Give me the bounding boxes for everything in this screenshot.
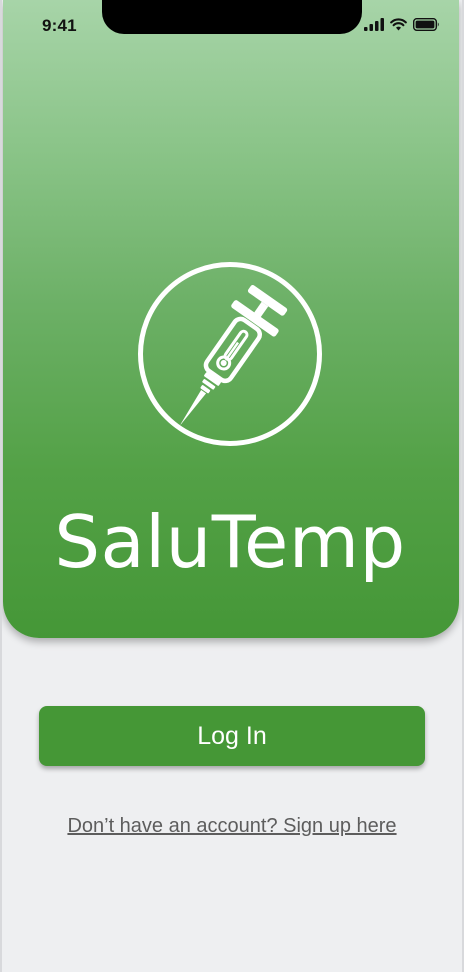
wifi-icon [390,18,407,31]
signal-icon [364,18,384,31]
app-title: SaluTemp [54,500,406,584]
battery-icon [413,18,439,31]
status-bar-icons [364,18,440,31]
syringe-thermometer-icon [138,262,322,446]
signup-link[interactable]: Don’t have an account? Sign up here [0,815,464,838]
status-bar-time: 9:41 [42,16,77,35]
login-button[interactable]: Log In [39,706,425,766]
phone-screen: 9:41 SaluTemp Log In Don’t have an accou… [0,0,464,972]
device-notch [102,0,362,34]
